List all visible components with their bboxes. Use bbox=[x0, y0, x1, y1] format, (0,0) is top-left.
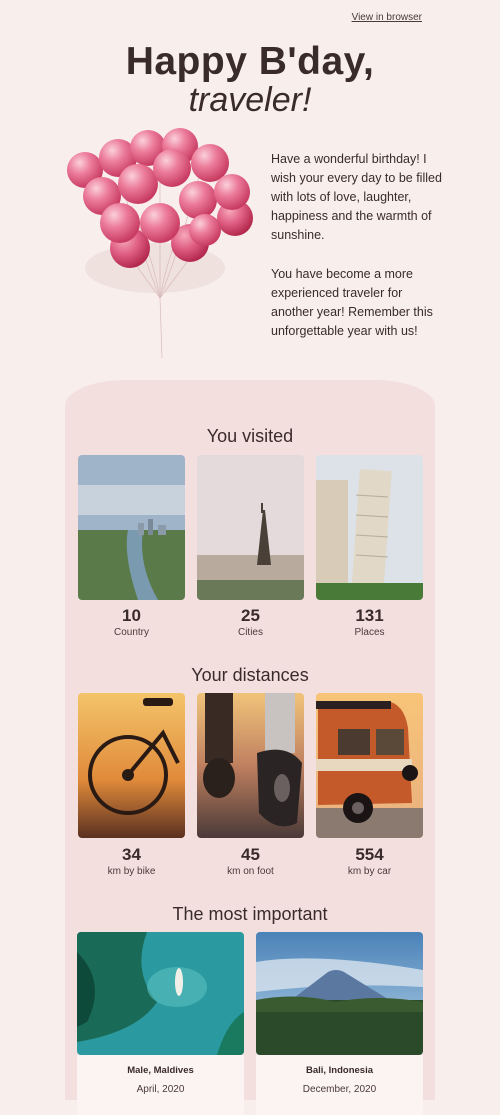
distances-image-3[interactable] bbox=[316, 693, 423, 838]
visited-stat-2: 25 Cities bbox=[197, 606, 304, 639]
distances-title: Your distances bbox=[191, 665, 309, 685]
hero-title-line1: Happy B'day, bbox=[125, 40, 375, 83]
important-image-1[interactable] bbox=[77, 932, 244, 1055]
distances-stat-1: 34 km by bike bbox=[78, 845, 185, 878]
distances-image-1[interactable] bbox=[78, 693, 185, 838]
stat-value: 34 bbox=[122, 845, 141, 864]
intro-paragraph-1: Have a wonderful birthday! I wish your e… bbox=[271, 152, 442, 242]
hero-title: Happy B'day, traveler! bbox=[0, 40, 500, 119]
intro-text: Have a wonderful birthday! I wish your e… bbox=[271, 150, 446, 361]
important-title: The most important bbox=[172, 904, 328, 924]
stat-value: 25 bbox=[241, 606, 260, 625]
stat-label: Country bbox=[113, 627, 149, 638]
distances-image-2[interactable] bbox=[197, 693, 304, 838]
distances-stat-2: 45 km on foot bbox=[197, 845, 304, 878]
important-place-2: Bali, Indonesia December, 2020 bbox=[256, 1055, 423, 1115]
stat-value: 10 bbox=[122, 606, 141, 625]
visited-image-2[interactable] bbox=[197, 455, 304, 600]
stat-label: Cities bbox=[237, 627, 263, 638]
balloons-image bbox=[60, 118, 270, 368]
stat-label: km on foot bbox=[227, 866, 274, 877]
visited-image-1[interactable] bbox=[78, 455, 185, 600]
view-in-browser-link[interactable]: View in browser bbox=[352, 12, 422, 23]
stat-label: km by bike bbox=[107, 866, 156, 877]
important-image-2[interactable] bbox=[256, 932, 423, 1055]
stat-label: km by car bbox=[347, 866, 392, 877]
hero-title-line2: traveler! bbox=[188, 81, 312, 119]
place-name: Bali, Indonesia bbox=[305, 1065, 374, 1076]
visited-stat-3: 131 Places bbox=[316, 606, 423, 639]
visited-title: You visited bbox=[206, 426, 294, 446]
visited-image-3[interactable] bbox=[316, 455, 423, 600]
stat-label: Places bbox=[354, 627, 385, 638]
stat-value: 554 bbox=[355, 845, 384, 864]
place-name: Male, Maldives bbox=[127, 1065, 194, 1076]
distances-stat-3: 554 km by car bbox=[316, 845, 423, 878]
stat-value: 131 bbox=[355, 606, 384, 625]
stat-value: 45 bbox=[241, 845, 260, 864]
important-place-1: Male, Maldives April, 2020 bbox=[77, 1055, 244, 1115]
visited-stat-1: 10 Country bbox=[78, 606, 185, 639]
intro-paragraph-2: You have become a more experienced trave… bbox=[271, 267, 433, 338]
